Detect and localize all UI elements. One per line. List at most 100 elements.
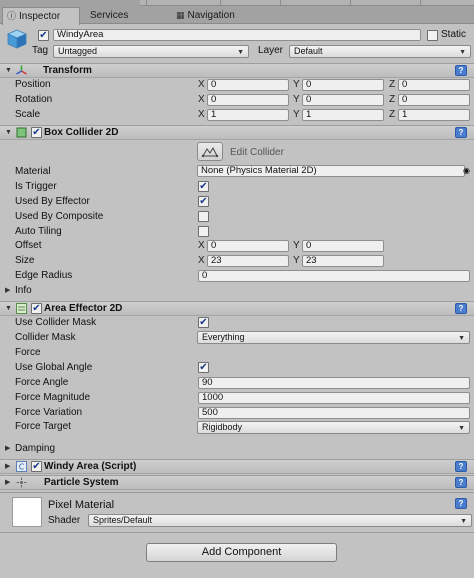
size-x-input[interactable]: 23 bbox=[207, 255, 289, 267]
force-target-dropdown[interactable]: Rigidbody ▼ bbox=[197, 421, 470, 434]
material-label: Material bbox=[15, 166, 51, 177]
material-preview[interactable] bbox=[12, 497, 42, 527]
rotation-x-label: X bbox=[198, 94, 205, 105]
use-global-angle-checkbox[interactable]: ✔ bbox=[198, 362, 209, 373]
offset-x-input[interactable]: 0 bbox=[207, 240, 289, 252]
used-by-effector-checkbox[interactable]: ✔ bbox=[198, 196, 209, 207]
add-component-button[interactable]: Add Component bbox=[146, 543, 337, 562]
gameobject-cube-icon bbox=[7, 29, 27, 49]
script-icon: C bbox=[16, 461, 27, 472]
material-picker-icon[interactable]: ◉ bbox=[463, 165, 470, 177]
shader-value: Sprites/Default bbox=[93, 515, 153, 525]
inspector-icon: ⓘ bbox=[7, 11, 17, 21]
box-collider-enabled-toggle[interactable]: ✔ bbox=[31, 127, 42, 138]
particle-system-icon bbox=[16, 477, 27, 488]
offset-label: Offset bbox=[15, 240, 42, 251]
edge-radius-input[interactable]: 0 bbox=[198, 270, 470, 282]
offset-y-input[interactable]: 0 bbox=[302, 240, 384, 252]
layer-dropdown[interactable]: Default ▼ bbox=[289, 45, 471, 58]
auto-tiling-checkbox[interactable] bbox=[198, 226, 209, 237]
help-icon[interactable]: ? bbox=[455, 477, 467, 488]
position-y-label: Y bbox=[293, 79, 300, 90]
collider-mask-dropdown[interactable]: Everything ▼ bbox=[197, 331, 470, 344]
auto-tiling-label: Auto Tiling bbox=[15, 226, 62, 237]
force-magnitude-input[interactable]: 1000 bbox=[198, 392, 470, 404]
svg-text:C: C bbox=[19, 463, 25, 472]
rotation-z-input[interactable]: 0 bbox=[398, 94, 470, 106]
scale-x-label: X bbox=[198, 109, 205, 120]
force-angle-input[interactable]: 90 bbox=[198, 377, 470, 389]
tab-navigation-label: Navigation bbox=[187, 10, 235, 21]
fold-closed-icon[interactable]: ▶ bbox=[5, 285, 10, 297]
damping-label[interactable]: Damping bbox=[15, 443, 55, 455]
position-x-label: X bbox=[198, 79, 205, 90]
material-field[interactable]: None (Physics Material 2D) bbox=[197, 165, 465, 177]
layer-dropdown-value: Default bbox=[294, 46, 323, 56]
tab-strip-top bbox=[140, 0, 474, 6]
use-collider-mask-checkbox[interactable]: ✔ bbox=[198, 317, 209, 328]
chevron-down-icon: ▼ bbox=[459, 49, 466, 56]
help-icon[interactable]: ? bbox=[455, 127, 467, 138]
transform-title: Transform bbox=[43, 65, 92, 76]
fold-open-icon[interactable]: ▼ bbox=[5, 65, 12, 77]
info-label[interactable]: Info bbox=[15, 285, 32, 297]
help-icon[interactable]: ? bbox=[455, 498, 467, 509]
particle-system-title: Particle System bbox=[44, 477, 119, 488]
tab-services[interactable]: Services bbox=[86, 7, 156, 24]
tab-inspector[interactable]: ⓘ Inspector bbox=[2, 7, 80, 25]
windy-area-title: Windy Area (Script) bbox=[44, 461, 137, 472]
size-label: Size bbox=[15, 255, 35, 266]
scale-y-label: Y bbox=[293, 109, 300, 120]
size-x-label: X bbox=[198, 255, 205, 266]
fold-open-icon[interactable]: ▼ bbox=[5, 127, 12, 139]
position-x-input[interactable]: 0 bbox=[207, 79, 289, 91]
help-icon[interactable]: ? bbox=[455, 461, 467, 472]
static-toggle[interactable] bbox=[427, 30, 438, 41]
rotation-y-input[interactable]: 0 bbox=[302, 94, 384, 106]
box-collider-icon bbox=[16, 127, 27, 138]
active-toggle[interactable]: ✔ bbox=[38, 30, 49, 41]
windy-area-enabled-toggle[interactable]: ✔ bbox=[31, 461, 42, 472]
fold-closed-icon[interactable]: ▶ bbox=[5, 461, 10, 473]
force-angle-label: Force Angle bbox=[15, 377, 69, 388]
use-collider-mask-label: Use Collider Mask bbox=[15, 317, 97, 328]
shader-label: Shader bbox=[48, 515, 81, 526]
position-z-label: Z bbox=[389, 79, 396, 90]
help-icon[interactable]: ? bbox=[455, 65, 467, 76]
force-variation-input[interactable]: 500 bbox=[198, 407, 470, 419]
box-collider-title: Box Collider 2D bbox=[44, 127, 119, 138]
bottom-divider bbox=[0, 532, 474, 533]
force-target-label: Force Target bbox=[15, 421, 71, 432]
scale-x-input[interactable]: 1 bbox=[207, 109, 289, 121]
position-z-input[interactable]: 0 bbox=[398, 79, 470, 91]
chevron-down-icon: ▼ bbox=[237, 49, 244, 56]
fold-closed-icon[interactable]: ▶ bbox=[5, 477, 10, 489]
scale-z-input[interactable]: 1 bbox=[398, 109, 470, 121]
fold-closed-icon[interactable]: ▶ bbox=[5, 443, 10, 455]
chevron-down-icon: ▼ bbox=[458, 335, 465, 342]
size-y-input[interactable]: 23 bbox=[302, 255, 384, 267]
edge-radius-label: Edge Radius bbox=[15, 270, 73, 281]
is-trigger-checkbox[interactable]: ✔ bbox=[198, 181, 209, 192]
tag-dropdown-value: Untagged bbox=[58, 46, 98, 56]
object-name-input[interactable]: WindyArea bbox=[53, 29, 421, 41]
rotation-z-label: Z bbox=[389, 94, 396, 105]
used-by-composite-checkbox[interactable] bbox=[198, 211, 209, 222]
help-icon[interactable]: ? bbox=[455, 303, 467, 314]
tab-navigation[interactable]: ▦ Navigation bbox=[172, 7, 262, 24]
rotation-x-input[interactable]: 0 bbox=[207, 94, 289, 106]
use-global-angle-label: Use Global Angle bbox=[15, 362, 93, 373]
position-label: Position bbox=[15, 79, 51, 90]
area-effector-enabled-toggle[interactable]: ✔ bbox=[31, 303, 42, 314]
is-trigger-label: Is Trigger bbox=[15, 181, 57, 192]
tab-inspector-label: Inspector bbox=[19, 11, 61, 22]
scale-label: Scale bbox=[15, 109, 41, 120]
position-y-input[interactable]: 0 bbox=[302, 79, 384, 91]
used-by-effector-label: Used By Effector bbox=[15, 196, 90, 207]
edit-collider-button[interactable] bbox=[197, 142, 223, 161]
tag-dropdown[interactable]: Untagged ▼ bbox=[53, 45, 249, 58]
shader-dropdown[interactable]: Sprites/Default ▼ bbox=[88, 514, 472, 527]
edit-collider-icon bbox=[201, 146, 219, 158]
scale-y-input[interactable]: 1 bbox=[302, 109, 384, 121]
fold-open-icon[interactable]: ▼ bbox=[5, 303, 12, 315]
